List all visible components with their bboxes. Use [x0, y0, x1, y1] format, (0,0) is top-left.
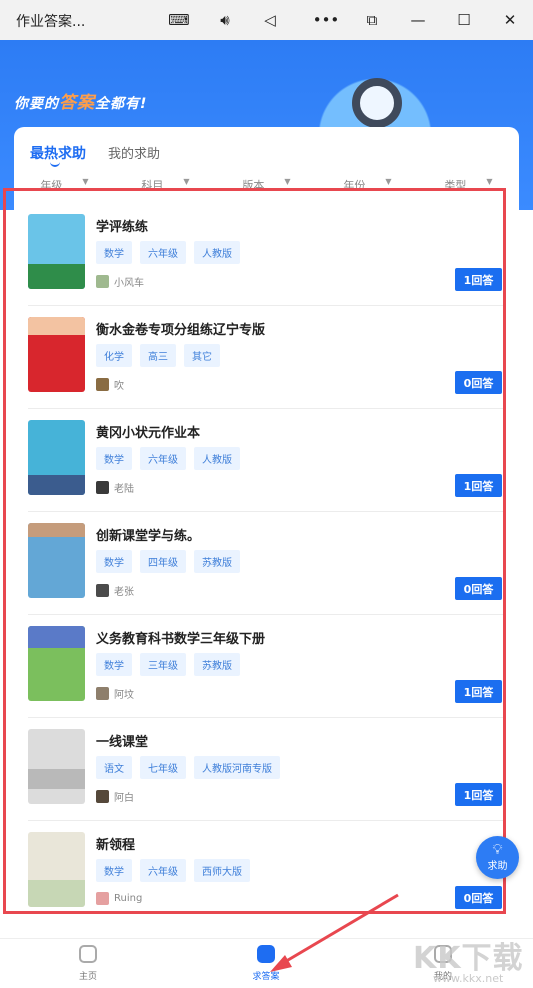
tab-my-help[interactable]: 我的求助: [108, 143, 160, 163]
minimize-icon[interactable]: —: [406, 8, 430, 32]
caret-down-icon: ▼: [82, 177, 89, 186]
ask-help-fab[interactable]: 💡︎ 求助: [476, 836, 519, 879]
caret-down-icon: ▼: [385, 177, 392, 186]
home-icon: [79, 945, 97, 963]
caret-down-icon: ▼: [183, 177, 190, 186]
tab-indicator: [50, 161, 60, 167]
lightbulb-icon: 💡︎: [492, 842, 503, 858]
watermark-url: www.kkx.net: [433, 972, 504, 985]
keyboard-icon[interactable]: ⌨: [167, 8, 191, 32]
chat-face-icon: [257, 945, 275, 963]
window-title: 作业答案...: [16, 14, 86, 30]
snap-icon[interactable]: ⧉: [360, 8, 384, 32]
caret-down-icon: ▼: [486, 177, 493, 186]
gear-center-icon: [352, 78, 402, 128]
tab-hot-help[interactable]: 最热求助: [30, 143, 86, 163]
hero-slogan: 你要的答案全都有!: [14, 93, 148, 113]
watermark-logo: KK下载: [413, 941, 524, 976]
volume-icon[interactable]: 🔊︎: [213, 8, 237, 32]
nav-find-answers[interactable]: 求答案: [236, 945, 296, 982]
close-icon[interactable]: ✕: [498, 8, 522, 32]
caret-down-icon: ▼: [284, 177, 291, 186]
window-titlebar: 作业答案... ⌨ 🔊︎ ◁ ••• ⧉ — ☐ ✕: [0, 0, 533, 40]
back-icon[interactable]: ◁: [258, 8, 282, 32]
highlight-box: [3, 188, 506, 914]
more-icon[interactable]: •••: [313, 8, 340, 32]
nav-home[interactable]: 主页: [58, 945, 118, 982]
tab-bar: 最热求助 我的求助: [30, 143, 160, 163]
maximize-icon[interactable]: ☐: [452, 8, 476, 32]
